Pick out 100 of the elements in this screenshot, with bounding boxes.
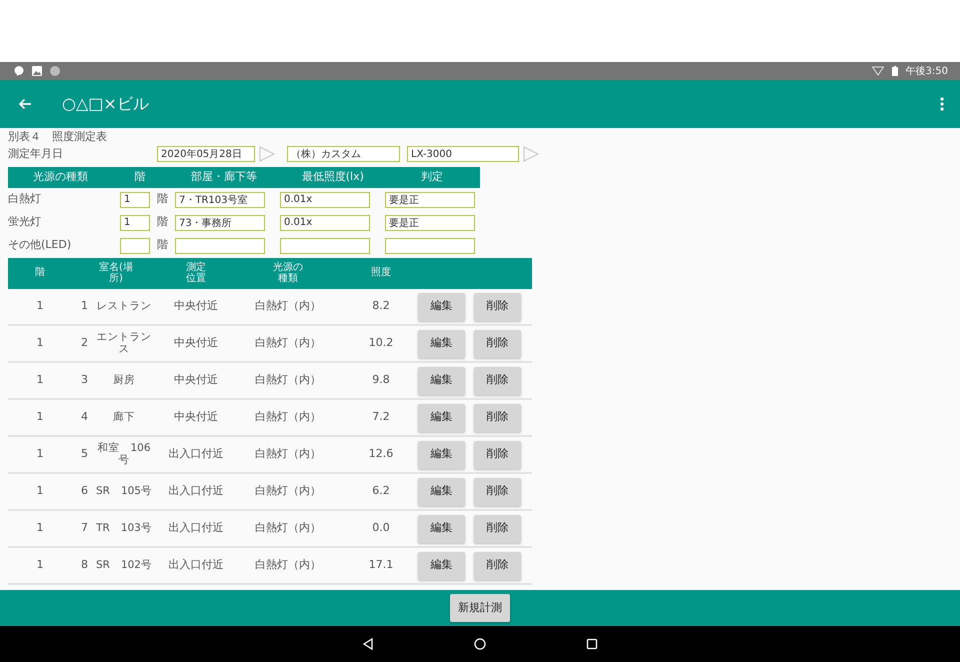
position-cell-text: 中央付近	[173, 335, 219, 352]
column-header: 部屋・廊下等	[190, 169, 258, 186]
lux-field[interactable]	[280, 238, 370, 254]
room-name: SR 102号	[94, 560, 153, 572]
position-cell-text: 出入口付近	[168, 520, 224, 536]
model-field[interactable]: LX-3000	[407, 146, 519, 162]
floor-cell-text: 1	[36, 335, 44, 352]
floor-field[interactable]: 1	[120, 214, 150, 230]
room-name: 和室 106号	[96, 442, 152, 466]
circle-icon	[50, 66, 60, 76]
lux-cell-text: 6.2	[371, 483, 391, 500]
battery-icon	[892, 66, 898, 76]
edit-button[interactable]: 編集	[418, 514, 465, 542]
judgement-field[interactable]	[385, 238, 475, 254]
back-icon[interactable]	[362, 638, 374, 650]
more-icon[interactable]	[940, 97, 944, 111]
room-name: 厨房	[112, 374, 136, 386]
room-number: 2	[80, 335, 88, 352]
lux-cell-text: 12.6	[368, 446, 394, 462]
light-type-cell-text: 白熱灯（内）	[254, 446, 322, 462]
column-header: 階	[35, 268, 45, 279]
room-field[interactable]: 7・TR103号室	[175, 192, 265, 208]
room-name: SR 105号	[94, 486, 153, 498]
date-label: 測定年月日	[8, 146, 64, 162]
room-name: レストラン	[96, 300, 152, 312]
floor-field[interactable]: 1	[120, 192, 150, 208]
light-type-label: その他(LED)	[8, 237, 72, 254]
column-header: 室名(場所)	[98, 263, 134, 284]
floor-cell-text: 1	[36, 372, 44, 388]
floor-unit-label: 階	[156, 214, 169, 230]
floor-field[interactable]	[120, 238, 150, 254]
column-header: 光源の種類	[272, 263, 304, 284]
room-field[interactable]	[175, 238, 265, 254]
judgement-field[interactable]: 要是正	[385, 192, 475, 208]
delete-button[interactable]: 削除	[474, 478, 521, 506]
delete-button[interactable]: 削除	[474, 404, 521, 432]
room-number: 7	[80, 520, 88, 536]
room-name: エントランス	[96, 332, 152, 356]
edit-button[interactable]: 編集	[418, 440, 465, 468]
app-title: ○△□×ビル	[62, 93, 149, 115]
light-type-cell-text: 白熱灯（内）	[254, 409, 322, 426]
column-header: 判定	[420, 169, 444, 186]
edit-button[interactable]: 編集	[418, 552, 465, 580]
room-name: TR 103号	[95, 522, 153, 534]
column-header: 光源の種類	[32, 169, 90, 186]
lux-field[interactable]: 0.01x	[280, 192, 370, 208]
floor-cell-text: 1	[36, 483, 44, 500]
room-field[interactable]: 73・事務所	[175, 214, 265, 230]
lux-cell-text: 7.2	[371, 409, 391, 426]
chat-icon	[14, 66, 24, 76]
floor-cell-text: 1	[36, 298, 44, 314]
status-time: 午後3:50	[906, 64, 948, 78]
edit-button[interactable]: 編集	[418, 404, 465, 432]
edit-button[interactable]: 編集	[418, 292, 465, 320]
light-type-label: 白熱灯	[8, 191, 42, 208]
delete-button[interactable]: 削除	[474, 514, 521, 542]
delete-button[interactable]: 削除	[474, 366, 521, 394]
position-cell-text: 中央付近	[173, 409, 219, 426]
recents-icon[interactable]	[586, 638, 598, 650]
form-title: 別表４ 照度測定表	[8, 129, 108, 145]
lux-cell-text: 17.1	[368, 557, 394, 574]
room-name: 廊下	[112, 412, 136, 424]
position-cell-text: 出入口付近	[168, 557, 224, 574]
new-measurement-button[interactable]: 新規計測	[450, 594, 510, 622]
edit-button[interactable]: 編集	[418, 478, 465, 506]
delete-button[interactable]: 削除	[474, 552, 521, 580]
image-icon	[32, 66, 42, 76]
home-icon[interactable]	[474, 638, 486, 650]
play-icon[interactable]	[259, 146, 275, 162]
lux-field[interactable]: 0.01x	[280, 214, 370, 230]
position-cell-text: 出入口付近	[168, 483, 224, 500]
room-number: 4	[80, 409, 88, 426]
floor-cell-text: 1	[36, 520, 44, 536]
wifi-icon	[872, 66, 884, 76]
light-type-cell-text: 白熱灯（内）	[254, 335, 322, 352]
play-icon[interactable]	[523, 146, 539, 162]
floor-cell-text: 1	[36, 409, 44, 426]
position-cell-text: 中央付近	[173, 298, 219, 314]
lux-cell-text: 9.8	[371, 372, 391, 388]
lux-cell-text: 10.2	[368, 335, 394, 352]
light-type-label: 蛍光灯	[8, 214, 42, 230]
edit-button[interactable]: 編集	[418, 366, 465, 394]
lux-cell-text: 0.0	[371, 520, 391, 536]
light-type-cell-text: 白熱灯（内）	[254, 298, 322, 314]
edit-button[interactable]: 編集	[418, 330, 465, 358]
light-type-cell-text: 白熱灯（内）	[254, 557, 322, 574]
judgement-field[interactable]: 要是正	[385, 214, 475, 230]
column-header: 階	[133, 169, 146, 186]
delete-button[interactable]: 削除	[474, 292, 521, 320]
position-cell-text: 中央付近	[173, 372, 219, 388]
date-field[interactable]: 2020年05月28日	[157, 146, 255, 162]
light-type-cell-text: 白熱灯（内）	[254, 520, 322, 536]
light-type-cell-text: 白熱灯（内）	[254, 483, 322, 500]
room-number: 5	[80, 446, 88, 462]
delete-button[interactable]: 削除	[474, 440, 521, 468]
floor-unit-label: 階	[156, 191, 169, 208]
company-field[interactable]: （株）カスタム	[287, 146, 400, 162]
delete-button[interactable]: 削除	[474, 330, 521, 358]
floor-cell-text: 1	[36, 557, 44, 574]
room-number: 3	[80, 372, 88, 388]
